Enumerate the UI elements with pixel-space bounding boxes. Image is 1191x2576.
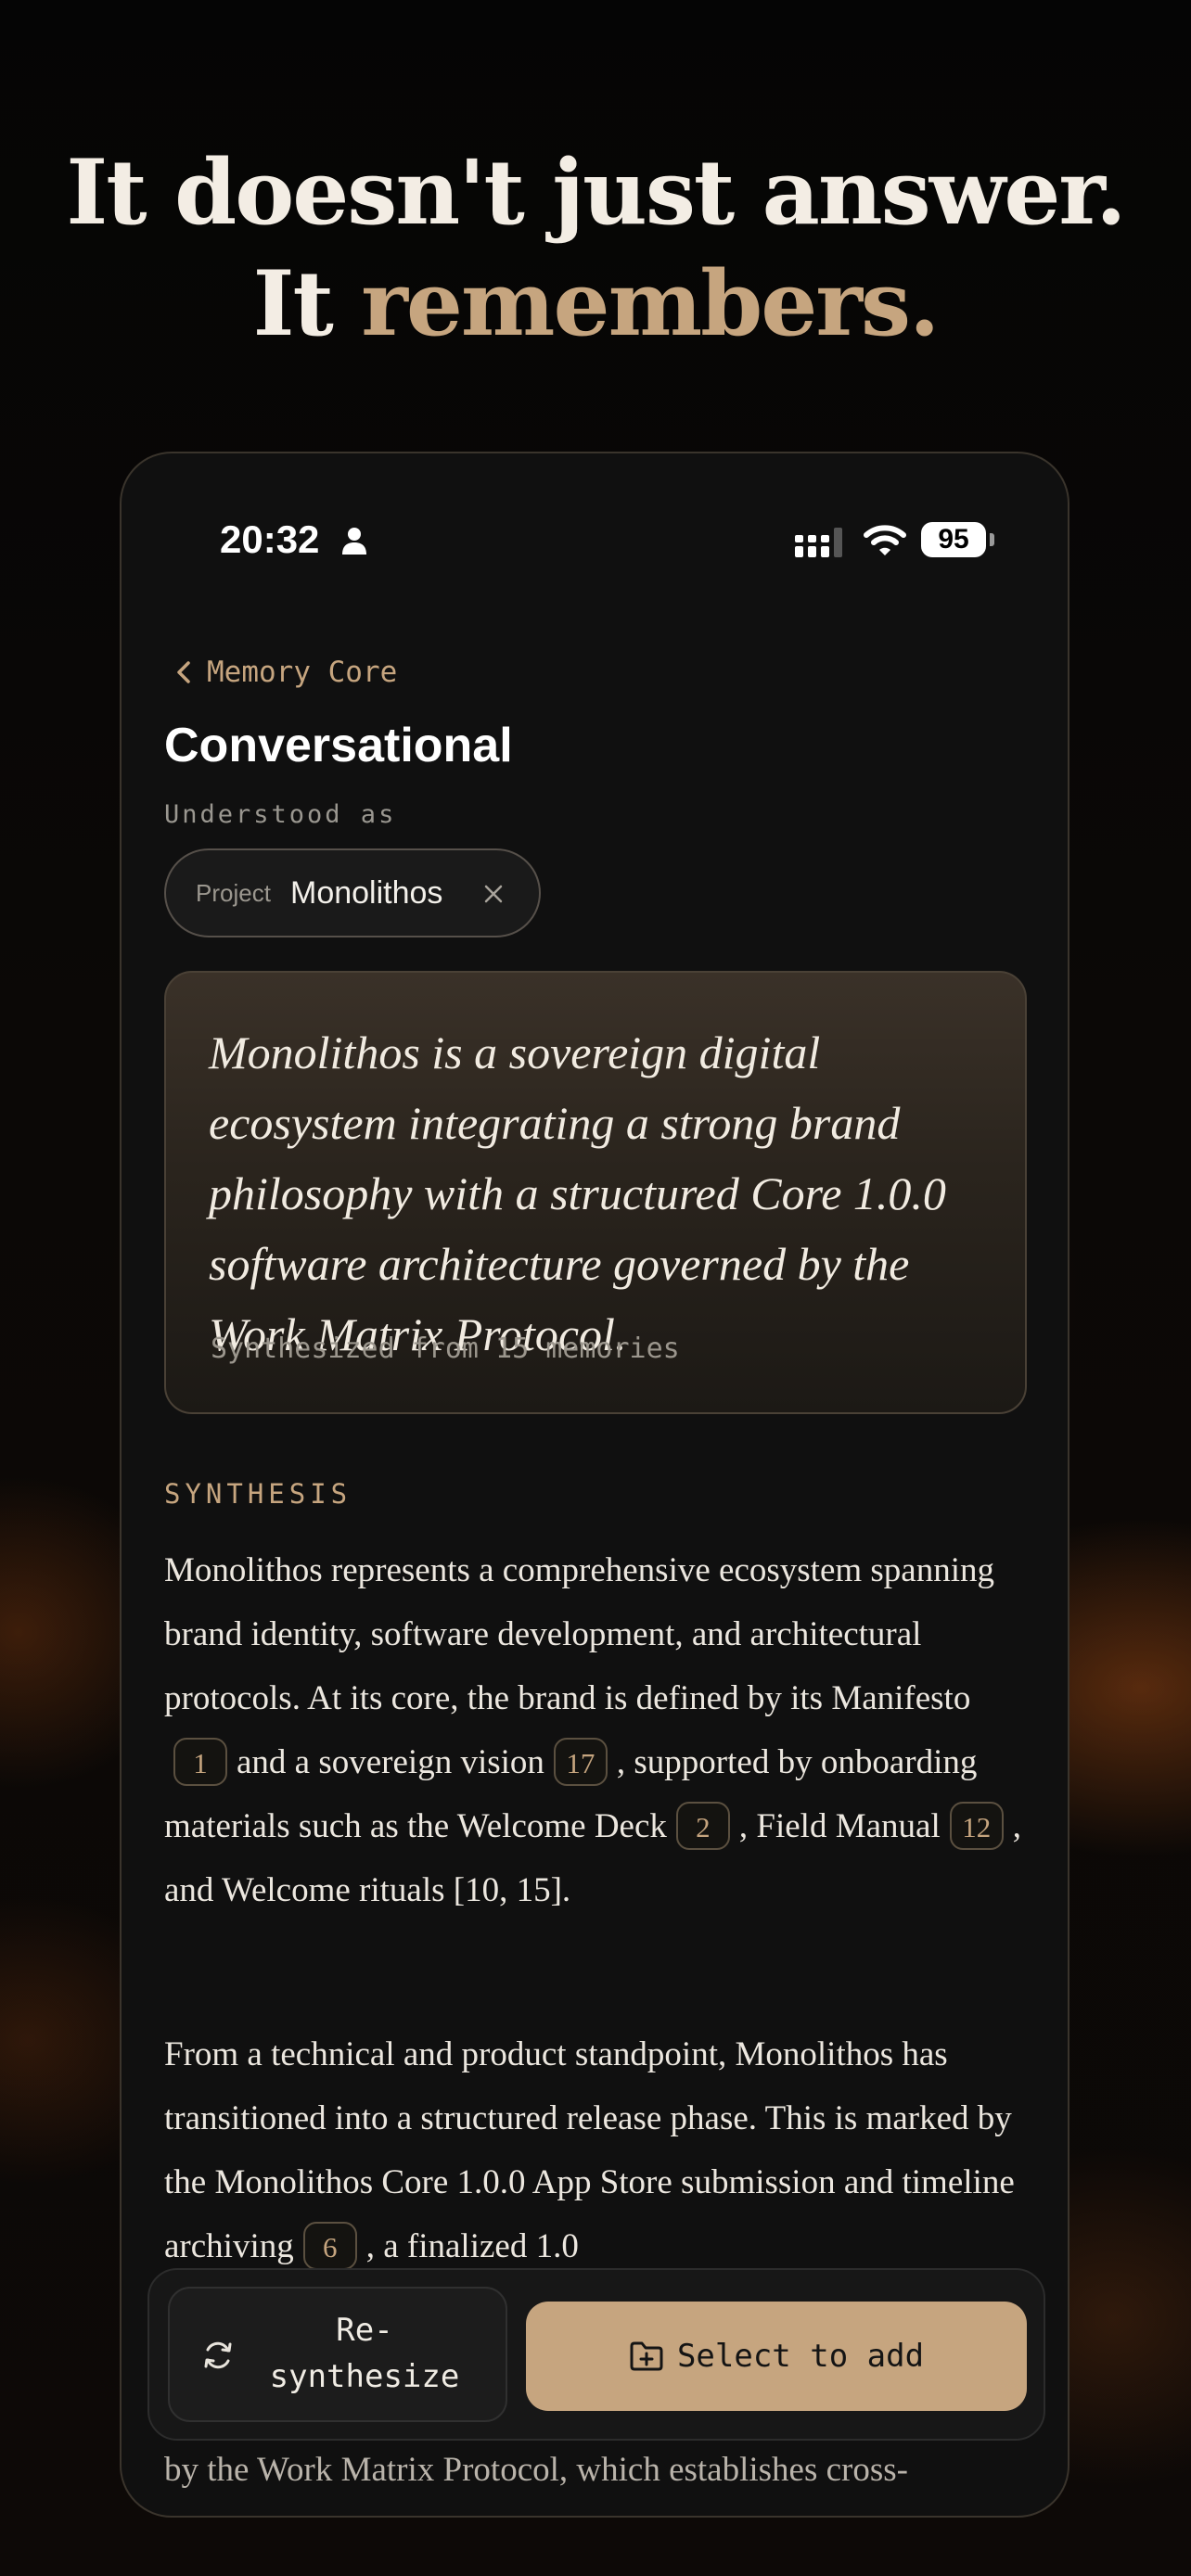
citation-badge[interactable]: 1 [173, 1737, 227, 1786]
page-title: Conversational [164, 719, 513, 772]
citation-badge[interactable]: 6 [302, 2221, 357, 2270]
resynthesize-label: Re-synthesize [253, 2307, 476, 2400]
para-text: , a finalized 1.0 [365, 2227, 579, 2265]
status-bar: 20:32 95 [122, 516, 1068, 563]
synthesis-heading: SYNTHESIS [164, 1478, 352, 1510]
person-icon [342, 528, 366, 555]
para-text: and a sovereign vision [237, 1743, 544, 1781]
action-bar: Re-synthesize Select to add [147, 2268, 1045, 2441]
synthesis-paragraph-2: From a technical and product standpoint,… [164, 2022, 1027, 2278]
close-icon[interactable] [483, 884, 504, 904]
chip-label: Project [196, 879, 271, 907]
citation-badge[interactable]: 2 [675, 1801, 730, 1850]
summary-card: Monolithos is a sovereign digital ecosys… [164, 971, 1027, 1414]
back-label: Memory Core [207, 656, 398, 689]
project-chip[interactable]: Project Monolithos [164, 848, 541, 937]
headline-line-2: It remembers. [0, 249, 1191, 360]
para-text: From a technical and product standpoint,… [164, 2035, 1015, 2265]
chevron-left-icon [177, 661, 190, 683]
battery-indicator: 95 [921, 522, 986, 557]
battery-tip [990, 533, 994, 546]
summary-quote: Monolithos is a sovereign digital ecosys… [209, 1027, 946, 1360]
cellular-signal-icon [795, 528, 842, 557]
understood-as-label: Understood as [164, 800, 397, 829]
status-time: 20:32 [220, 517, 320, 561]
headline-line-2-prefix: It [252, 251, 362, 356]
select-to-add-label: Select to add [676, 2338, 925, 2375]
resynthesize-label-line: synthesize [269, 2358, 460, 2395]
folder-add-icon [630, 2341, 663, 2371]
refresh-icon [204, 2341, 232, 2369]
wifi-icon [864, 525, 906, 555]
resynthesize-label-line: Re- [336, 2312, 393, 2349]
phone-frame: 20:32 95 Memory Core Conversational Unde… [120, 452, 1069, 2518]
citation-badge[interactable]: 17 [553, 1737, 608, 1786]
synthesis-paragraph-3: by the Work Matrix Protocol, which estab… [164, 2451, 908, 2489]
headline-line-1: It doesn't just answer. [66, 140, 1126, 245]
resynthesize-button[interactable]: Re-synthesize [168, 2287, 507, 2422]
citation-badge[interactable]: 12 [949, 1801, 1004, 1850]
chip-value: Monolithos [290, 875, 443, 911]
headline-accent: remembers. [361, 251, 940, 356]
para-text: Monolithos represents a comprehensive ec… [164, 1551, 994, 1717]
back-button[interactable]: Memory Core [173, 654, 397, 691]
summary-meta: Synthesized from 15 memories [211, 1333, 680, 1365]
synthesis-paragraph-1: Monolithos represents a comprehensive ec… [164, 1538, 1027, 1922]
headline: It doesn't just answer. It remembers. [0, 137, 1191, 360]
resynthesize-text: Re-synthesize [270, 2312, 460, 2395]
para-text: , Field Manual [738, 1807, 941, 1845]
select-to-add-button[interactable]: Select to add [526, 2302, 1027, 2411]
